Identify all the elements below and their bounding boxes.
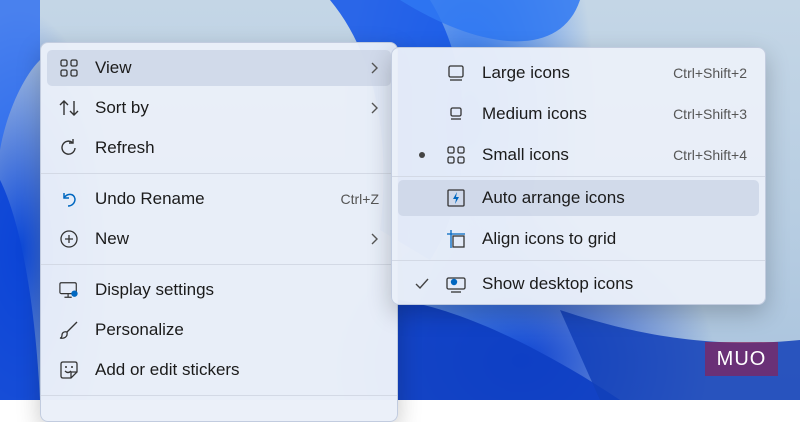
- align-grid-icon: [446, 229, 466, 249]
- shortcut-text: Ctrl+Shift+3: [673, 106, 747, 122]
- menu-separator: [392, 176, 765, 177]
- shortcut-text: Ctrl+Shift+4: [673, 147, 747, 163]
- view-submenu: Large icons Ctrl+Shift+2 Medium icons Ct…: [391, 47, 766, 305]
- menu-item-label: Large icons: [482, 63, 570, 82]
- menu-item-label: Refresh: [95, 138, 155, 157]
- view-grid-icon: [59, 58, 79, 78]
- menu-item-new[interactable]: New: [47, 221, 391, 257]
- submenu-item-auto-arrange[interactable]: Auto arrange icons: [398, 180, 759, 216]
- menu-item-view[interactable]: View: [47, 50, 391, 86]
- menu-separator: [41, 395, 397, 396]
- sort-icon: [59, 98, 79, 118]
- menu-item-label: New: [95, 229, 130, 248]
- menu-item-display-settings[interactable]: Display settings: [47, 272, 391, 308]
- large-icons-icon: [446, 63, 466, 83]
- submenu-item-large-icons[interactable]: Large icons Ctrl+Shift+2: [398, 55, 759, 91]
- undo-icon: [59, 189, 79, 209]
- plus-circle-icon: [59, 229, 79, 249]
- menu-item-label: Align icons to grid: [482, 229, 617, 248]
- menu-item-refresh[interactable]: Refresh: [47, 130, 391, 166]
- muo-watermark-logo: MUO: [705, 342, 778, 376]
- small-icons-icon: [446, 145, 466, 165]
- medium-icons-icon: [446, 104, 466, 124]
- menu-item-label: Add or edit stickers: [95, 360, 240, 379]
- submenu-item-show-desktop-icons[interactable]: Show desktop icons: [398, 266, 759, 302]
- menu-item-label: Show desktop icons: [482, 274, 634, 293]
- menu-item-label: Auto arrange icons: [482, 188, 625, 207]
- menu-separator: [41, 264, 397, 265]
- menu-item-personalize[interactable]: Personalize: [47, 312, 391, 348]
- brush-icon: [59, 320, 79, 340]
- menu-item-sort-by[interactable]: Sort by: [47, 90, 391, 126]
- chevron-right-icon: [369, 101, 379, 115]
- display-icon: [59, 280, 79, 300]
- menu-item-label: Sort by: [95, 98, 149, 117]
- submenu-item-medium-icons[interactable]: Medium icons Ctrl+Shift+3: [398, 96, 759, 132]
- shortcut-text: Ctrl+Shift+2: [673, 65, 747, 81]
- chevron-right-icon: [369, 61, 379, 75]
- menu-item-label: Display settings: [95, 280, 215, 299]
- show-desktop-icon: [446, 274, 466, 294]
- menu-item-label: Small icons: [482, 145, 569, 164]
- shortcut-text: Ctrl+Z: [340, 191, 380, 207]
- desktop-context-menu: View Sort by Refresh Undo Rename Ctrl+Z …: [40, 42, 398, 422]
- chevron-right-icon: [369, 232, 379, 246]
- menu-item-label: Undo Rename: [95, 189, 205, 208]
- selected-bullet-icon: [412, 145, 432, 165]
- auto-arrange-icon: [446, 188, 466, 208]
- menu-separator: [392, 260, 765, 261]
- menu-item-label: Personalize: [95, 320, 184, 339]
- watermark-text: MUO: [716, 347, 767, 370]
- menu-item-undo-rename[interactable]: Undo Rename Ctrl+Z: [47, 181, 391, 217]
- menu-item-add-edit-stickers[interactable]: Add or edit stickers: [47, 352, 391, 388]
- menu-item-label: Medium icons: [482, 104, 587, 123]
- menu-item-label: View: [95, 58, 132, 77]
- refresh-icon: [59, 138, 79, 158]
- menu-separator: [41, 173, 397, 174]
- submenu-item-small-icons[interactable]: Small icons Ctrl+Shift+4: [398, 137, 759, 173]
- sticker-icon: [59, 360, 79, 380]
- submenu-item-align-to-grid[interactable]: Align icons to grid: [398, 221, 759, 257]
- checkmark-icon: [412, 274, 432, 294]
